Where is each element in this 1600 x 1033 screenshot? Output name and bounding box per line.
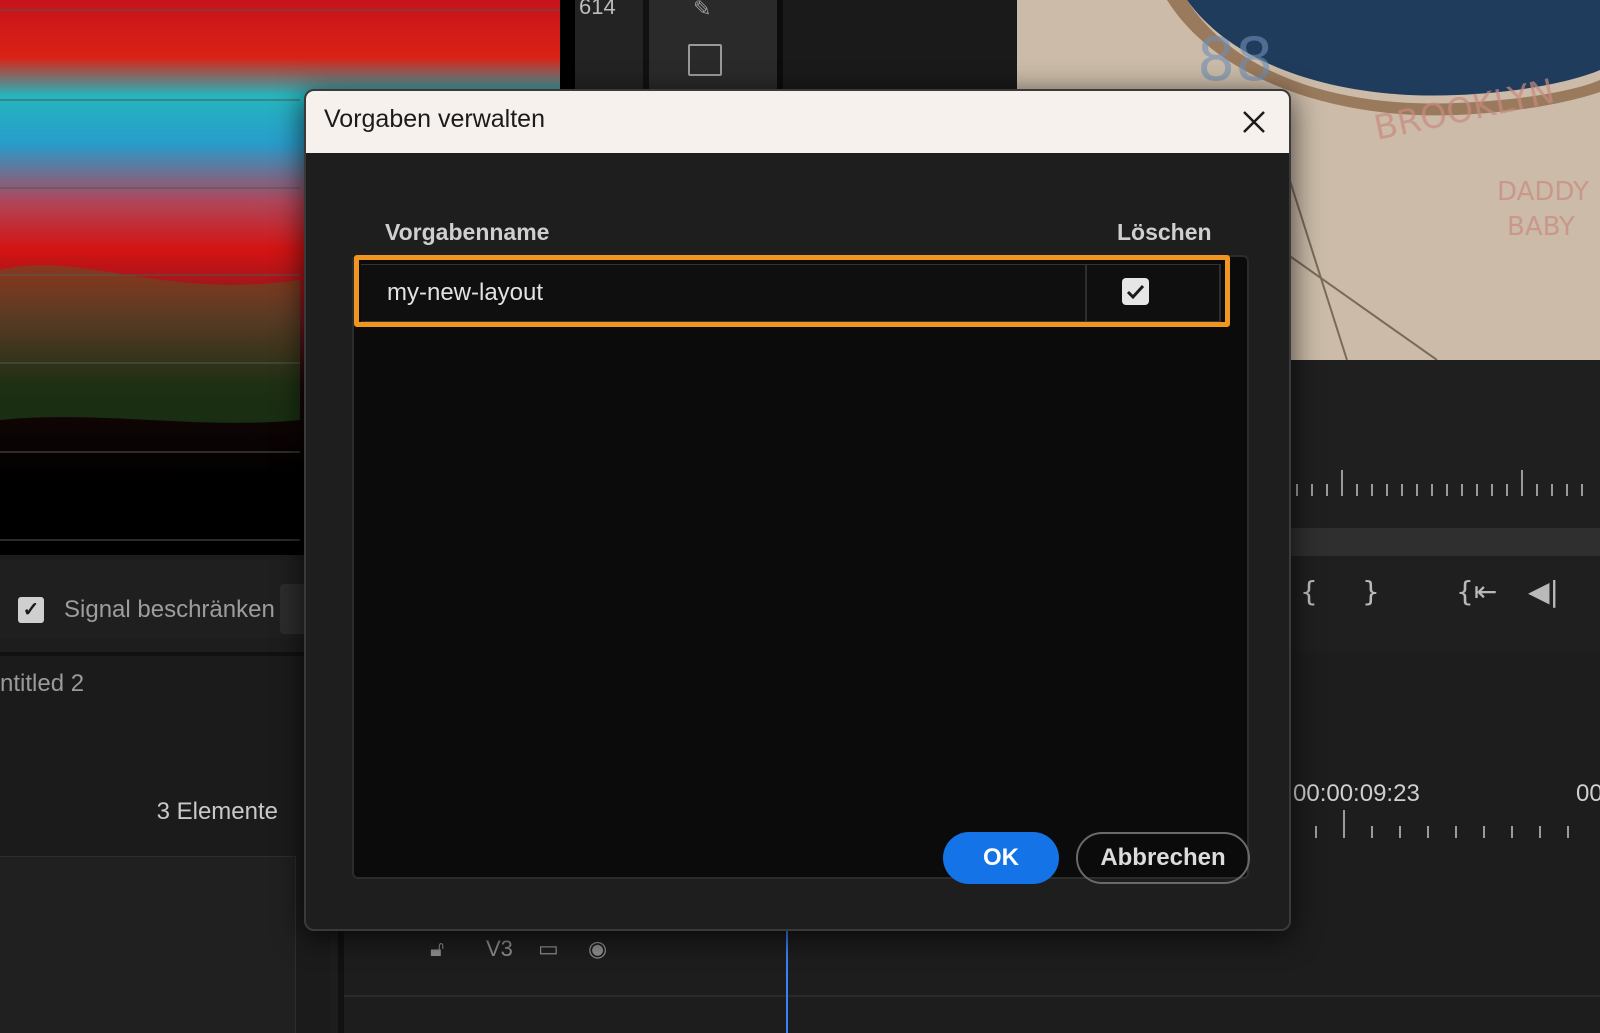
mark-out-icon[interactable]: } — [1362, 575, 1380, 608]
dialog-titlebar: Vorgaben verwalten — [306, 91, 1289, 153]
timeline-timecode: 00:00:09:23 — [1293, 780, 1420, 807]
track-label-v3: V3 — [486, 936, 513, 961]
project-item-count: 3 Elemente — [156, 798, 278, 825]
scope-scale-readout: 614 — [575, 0, 643, 92]
transport-controls: { } {⇤ ◀| — [1280, 575, 1600, 615]
signal-limit-checkbox[interactable]: ✓ — [18, 597, 44, 623]
preset-list — [352, 255, 1249, 879]
tools-panel: ✎ — [643, 0, 783, 92]
pen-tool-icon[interactable]: ✎ — [693, 0, 711, 22]
timeline-ruler — [1286, 810, 1569, 838]
svg-text:88: 88 — [1197, 25, 1273, 95]
go-to-in-icon[interactable]: {⇤ — [1456, 575, 1497, 608]
close-icon — [1243, 111, 1265, 133]
project-panel: ntitled 2 3 Elemente — [0, 652, 330, 1033]
app-window: 614 ✎ BROOKLYN DADDY BABY 88 {} {⇤ ◀| ✓… — [0, 0, 1600, 1033]
close-button[interactable] — [1235, 103, 1273, 141]
svg-text:DADDY: DADDY — [1497, 177, 1589, 207]
preset-name: my-new-layout — [387, 279, 544, 306]
eye-icon[interactable]: ◉ — [588, 936, 607, 962]
rectangle-tool-icon[interactable] — [688, 44, 722, 76]
column-header-preset-name: Vorgabenname — [385, 219, 550, 245]
checkmark-icon — [1126, 284, 1145, 300]
track-separator — [344, 995, 1600, 997]
signal-limit-row: ✓ Signal beschränken — [0, 560, 310, 638]
column-divider-end — [1219, 265, 1221, 321]
delete-checkbox[interactable] — [1122, 278, 1149, 305]
ok-button[interactable]: OK — [943, 832, 1059, 884]
manage-presets-dialog: Vorgaben verwalten Vorgabenname Löschen … — [304, 89, 1291, 931]
scope-scale-value: 614 — [579, 0, 616, 19]
preset-row[interactable]: my-new-layout — [361, 264, 1221, 322]
svg-text:BABY: BABY — [1507, 212, 1575, 242]
panel-gutter — [777, 0, 1023, 92]
mark-in-icon[interactable]: { — [1300, 575, 1318, 608]
program-monitor-ruler — [1281, 470, 1583, 496]
project-bin[interactable] — [0, 856, 296, 1033]
cancel-button[interactable]: Abbrechen — [1076, 832, 1250, 884]
signal-limit-label: Signal beschränken — [64, 596, 275, 623]
timeline-timecode-partial: 00 — [1576, 780, 1600, 807]
dialog-title: Vorgaben verwalten — [324, 105, 545, 133]
column-header-delete: Löschen — [1117, 219, 1212, 245]
track-output-icon[interactable]: ▭ — [538, 936, 559, 962]
column-divider — [1085, 265, 1087, 321]
program-scrub-bar[interactable] — [1280, 528, 1600, 556]
step-back-icon[interactable]: ◀| — [1528, 575, 1559, 608]
lock-icon[interactable]: 🔓︎ — [430, 936, 444, 962]
timeline-header — [1280, 652, 1600, 905]
project-title: ntitled 2 — [0, 670, 85, 697]
